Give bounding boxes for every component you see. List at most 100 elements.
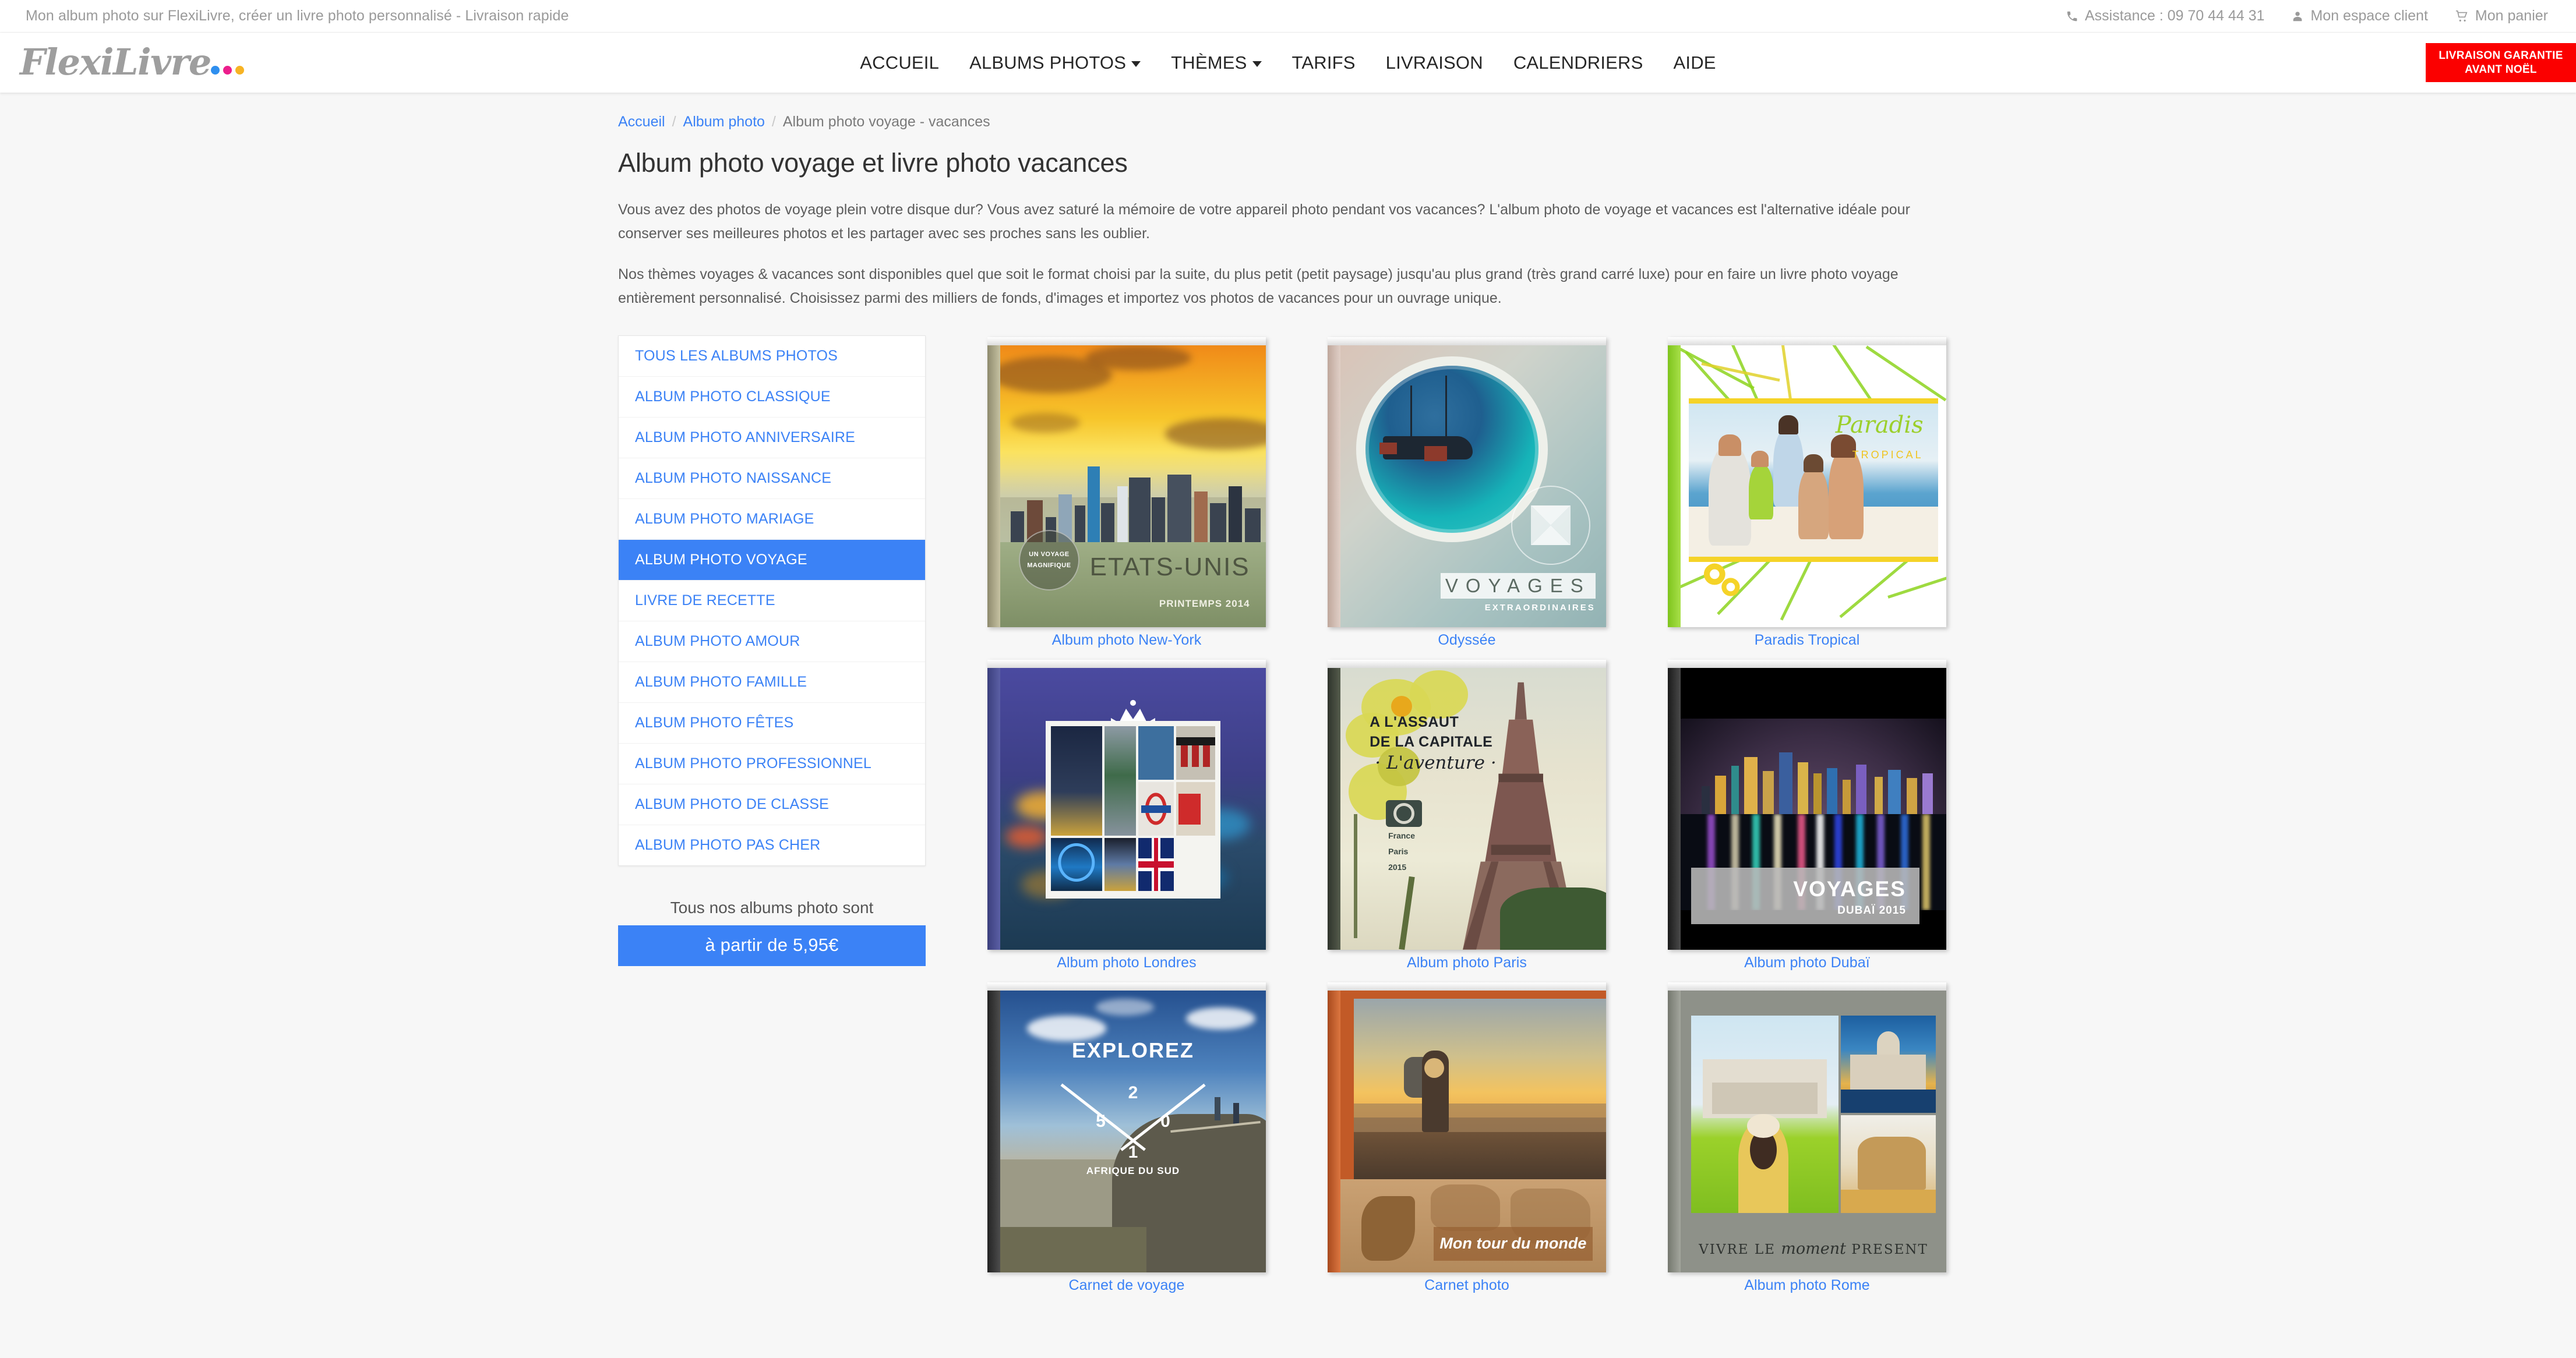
sidebar-item-famille[interactable]: ALBUM PHOTO FAMILLE — [619, 662, 925, 703]
cover-stamp: UN VOYAGE MAGNIFIQUE — [1018, 529, 1079, 590]
book-top-edge — [1668, 337, 1946, 345]
cover-artwork: VOYAGES DUBAÏ 2015 — [1681, 667, 1946, 950]
product-thumbnail-paris[interactable]: A L'ASSAUT DE LA CAPITALE · L'aventure · … — [1326, 658, 1608, 951]
price-promo-button[interactable]: à partir de 5,95€ — [618, 925, 926, 966]
category-sidebar: TOUS LES ALBUMS PHOTOS ALBUM PHOTO CLASS… — [618, 335, 926, 1294]
product-card-paris[interactable]: A L'ASSAUT DE LA CAPITALE · L'aventure · … — [1310, 658, 1624, 971]
sidebar-item-fetes[interactable]: ALBUM PHOTO FÊTES — [619, 703, 925, 744]
nav-item-aide[interactable]: AIDE — [1658, 52, 1731, 73]
nav-label: ACCUEIL — [860, 52, 940, 73]
breadcrumb-parent[interactable]: Album photo — [683, 114, 765, 130]
cover-artwork: Paradis TROPICAL — [1681, 345, 1946, 627]
chevron-down-icon — [1131, 61, 1141, 67]
product-title-link[interactable]: Album photo Londres — [1057, 954, 1197, 971]
cover-title: VOYAGES — [1793, 876, 1906, 901]
site-tagline: Mon album photo sur FlexiLivre, créer un… — [26, 8, 569, 24]
cover-title: EXPLOREZ — [1071, 1038, 1195, 1062]
product-thumbnail-carnet-photo[interactable]: Mon tour du monde — [1326, 981, 1608, 1274]
sidebar-item-tous-les-albums[interactable]: TOUS LES ALBUMS PHOTOS — [619, 336, 925, 377]
product-title-link[interactable]: Carnet photo — [1424, 1277, 1509, 1294]
book-top-edge — [1668, 982, 1946, 991]
cover-subtitle: EXTRAORDINAIRES — [1484, 603, 1596, 613]
nav-item-livraison[interactable]: LIVRAISON — [1371, 52, 1498, 73]
cover-artwork: A L'ASSAUT DE LA CAPITALE · L'aventure · … — [1340, 667, 1606, 950]
page-title: Album photo voyage et livre photo vacanc… — [618, 148, 1128, 178]
product-card-londres[interactable]: Album photo Londres — [970, 658, 1283, 971]
account-label: Mon espace client — [2310, 8, 2428, 24]
site-logo[interactable]: FlexiLivre — [0, 41, 250, 84]
product-title-link[interactable]: Odyssée — [1438, 632, 1495, 649]
cover-artwork: EXPLOREZ 2 5 0 1 AFRIQUE DU SUD — [1000, 990, 1266, 1272]
product-title-link[interactable]: Paradis Tropical — [1755, 632, 1860, 649]
cover-artwork: VIVRE LE moment PRESENT — [1681, 990, 1946, 1272]
nav-label: LIVRAISON — [1385, 52, 1483, 73]
product-thumbnail-londres[interactable] — [986, 658, 1268, 951]
sidebar-item-amour[interactable]: ALBUM PHOTO AMOUR — [619, 621, 925, 662]
product-card-dubai[interactable]: VOYAGES DUBAÏ 2015 Album photo Dubaï — [1650, 658, 1964, 971]
product-card-carnet-de-voyage[interactable]: EXPLOREZ 2 5 0 1 AFRIQUE DU SUD Carnet d… — [970, 981, 1283, 1294]
product-card-odyssee[interactable]: VOYAGES EXTRAORDINAIRES Odyssée — [1310, 335, 1624, 649]
cover-stamp-line-2: MAGNIFIQUE — [1027, 561, 1071, 569]
nav-item-accueil[interactable]: ACCUEIL — [845, 52, 954, 73]
album-cover: VIVRE LE moment PRESENT — [1668, 982, 1946, 1272]
logo-wordmark: FlexiLivre — [20, 41, 211, 84]
breadcrumb: Accueil / Album photo / Album photo voya… — [618, 114, 1964, 130]
breadcrumb-separator: / — [672, 114, 676, 130]
cart-link[interactable]: Mon panier — [2455, 8, 2548, 24]
logo-dot-blue — [210, 65, 220, 75]
cover-title: Paradis — [1835, 411, 1924, 438]
compass-icon — [1511, 486, 1590, 565]
collage-cell-unionjack — [1138, 837, 1174, 892]
sidebar-item-naissance[interactable]: ALBUM PHOTO NAISSANCE — [619, 458, 925, 499]
sidebar-item-anniversaire[interactable]: ALBUM PHOTO ANNIVERSAIRE — [619, 418, 925, 458]
nav-item-albums-photos[interactable]: ALBUMS PHOTOS — [954, 52, 1156, 73]
product-card-new-york[interactable]: UN VOYAGE MAGNIFIQUE ETATS-UNIS PRINTEMP… — [970, 335, 1283, 649]
product-thumbnail-odyssee[interactable]: VOYAGES EXTRAORDINAIRES — [1326, 335, 1608, 628]
album-cover: VOYAGES EXTRAORDINAIRES — [1328, 337, 1606, 627]
cover-caption: VIVRE LE moment PRESENT — [1681, 1240, 1946, 1258]
breadcrumb-home[interactable]: Accueil — [618, 114, 665, 130]
sidebar-item-livre-de-recette[interactable]: LIVRE DE RECETTE — [619, 581, 925, 621]
cover-artwork: VOYAGES EXTRAORDINAIRES — [1340, 345, 1606, 627]
logo-dots — [210, 65, 244, 80]
nav-item-tarifs[interactable]: TARIFS — [1277, 52, 1371, 73]
book-top-edge — [1328, 659, 1606, 668]
sidebar-item-mariage[interactable]: ALBUM PHOTO MARIAGE — [619, 499, 925, 540]
cover-banner: VOYAGES DUBAÏ 2015 — [1691, 868, 1920, 924]
product-thumbnail-paradis-tropical[interactable]: Paradis TROPICAL — [1666, 335, 1948, 628]
page-content: Accueil / Album photo / Album photo voya… — [0, 93, 2576, 1294]
product-title-link[interactable]: Album photo Paris — [1407, 954, 1527, 971]
sidebar-item-voyage[interactable]: ALBUM PHOTO VOYAGE — [619, 540, 925, 581]
product-card-carnet-photo[interactable]: Mon tour du monde Carnet photo — [1310, 981, 1624, 1294]
chevron-down-icon — [1252, 61, 1262, 67]
account-link[interactable]: Mon espace client — [2291, 8, 2428, 24]
cover-artwork: UN VOYAGE MAGNIFIQUE ETATS-UNIS PRINTEMP… — [1000, 345, 1266, 627]
product-title-link[interactable]: Album photo New-York — [1052, 632, 1202, 649]
cover-caption-script: moment — [1781, 1240, 1846, 1258]
nav-item-calendriers[interactable]: CALENDRIERS — [1498, 52, 1658, 73]
product-thumbnail-dubai[interactable]: VOYAGES DUBAÏ 2015 — [1666, 658, 1948, 951]
cover-title: Mon tour du monde — [1433, 1227, 1593, 1261]
product-thumbnail-carnet-de-voyage[interactable]: EXPLOREZ 2 5 0 1 AFRIQUE DU SUD — [986, 981, 1268, 1274]
product-thumbnail-new-york[interactable]: UN VOYAGE MAGNIFIQUE ETATS-UNIS PRINTEMP… — [986, 335, 1268, 628]
cover-subtitle: AFRIQUE DU SUD — [1086, 1165, 1180, 1176]
collage-cell-bigben — [1050, 726, 1102, 836]
cover-stamp-line-1: UN VOYAGE — [1029, 550, 1070, 558]
sidebar-item-pas-cher[interactable]: ALBUM PHOTO PAS CHER — [619, 825, 925, 865]
sidebar-item-professionnel[interactable]: ALBUM PHOTO PROFESSIONNEL — [619, 744, 925, 784]
christmas-delivery-badge[interactable]: LIVRAISON GARANTIE AVANT NOËL — [2426, 43, 2576, 82]
intro-paragraph-1: Vous avez des photos de voyage plein vot… — [618, 201, 1910, 242]
product-card-rome[interactable]: VIVRE LE moment PRESENT Album photo Rome — [1650, 981, 1964, 1294]
product-card-paradis-tropical[interactable]: Paradis TROPICAL Paradis Tropical — [1650, 335, 1964, 649]
sidebar-item-de-classe[interactable]: ALBUM PHOTO DE CLASSE — [619, 784, 925, 825]
product-title-link[interactable]: Album photo Rome — [1744, 1277, 1870, 1294]
album-cover: A L'ASSAUT DE LA CAPITALE · L'aventure · … — [1328, 659, 1606, 950]
book-spine — [1668, 659, 1681, 950]
nav-item-themes[interactable]: THÈMES — [1156, 52, 1276, 73]
product-thumbnail-rome[interactable]: VIVRE LE moment PRESENT — [1666, 981, 1948, 1274]
product-title-link[interactable]: Album photo Dubaï — [1744, 954, 1870, 971]
sidebar-item-classique[interactable]: ALBUM PHOTO CLASSIQUE — [619, 377, 925, 418]
cover-caption-post: PRESENT — [1851, 1242, 1928, 1258]
assistance-phone-link[interactable]: Assistance : 09 70 44 44 31 — [2066, 8, 2264, 24]
product-title-link[interactable]: Carnet de voyage — [1069, 1277, 1185, 1294]
